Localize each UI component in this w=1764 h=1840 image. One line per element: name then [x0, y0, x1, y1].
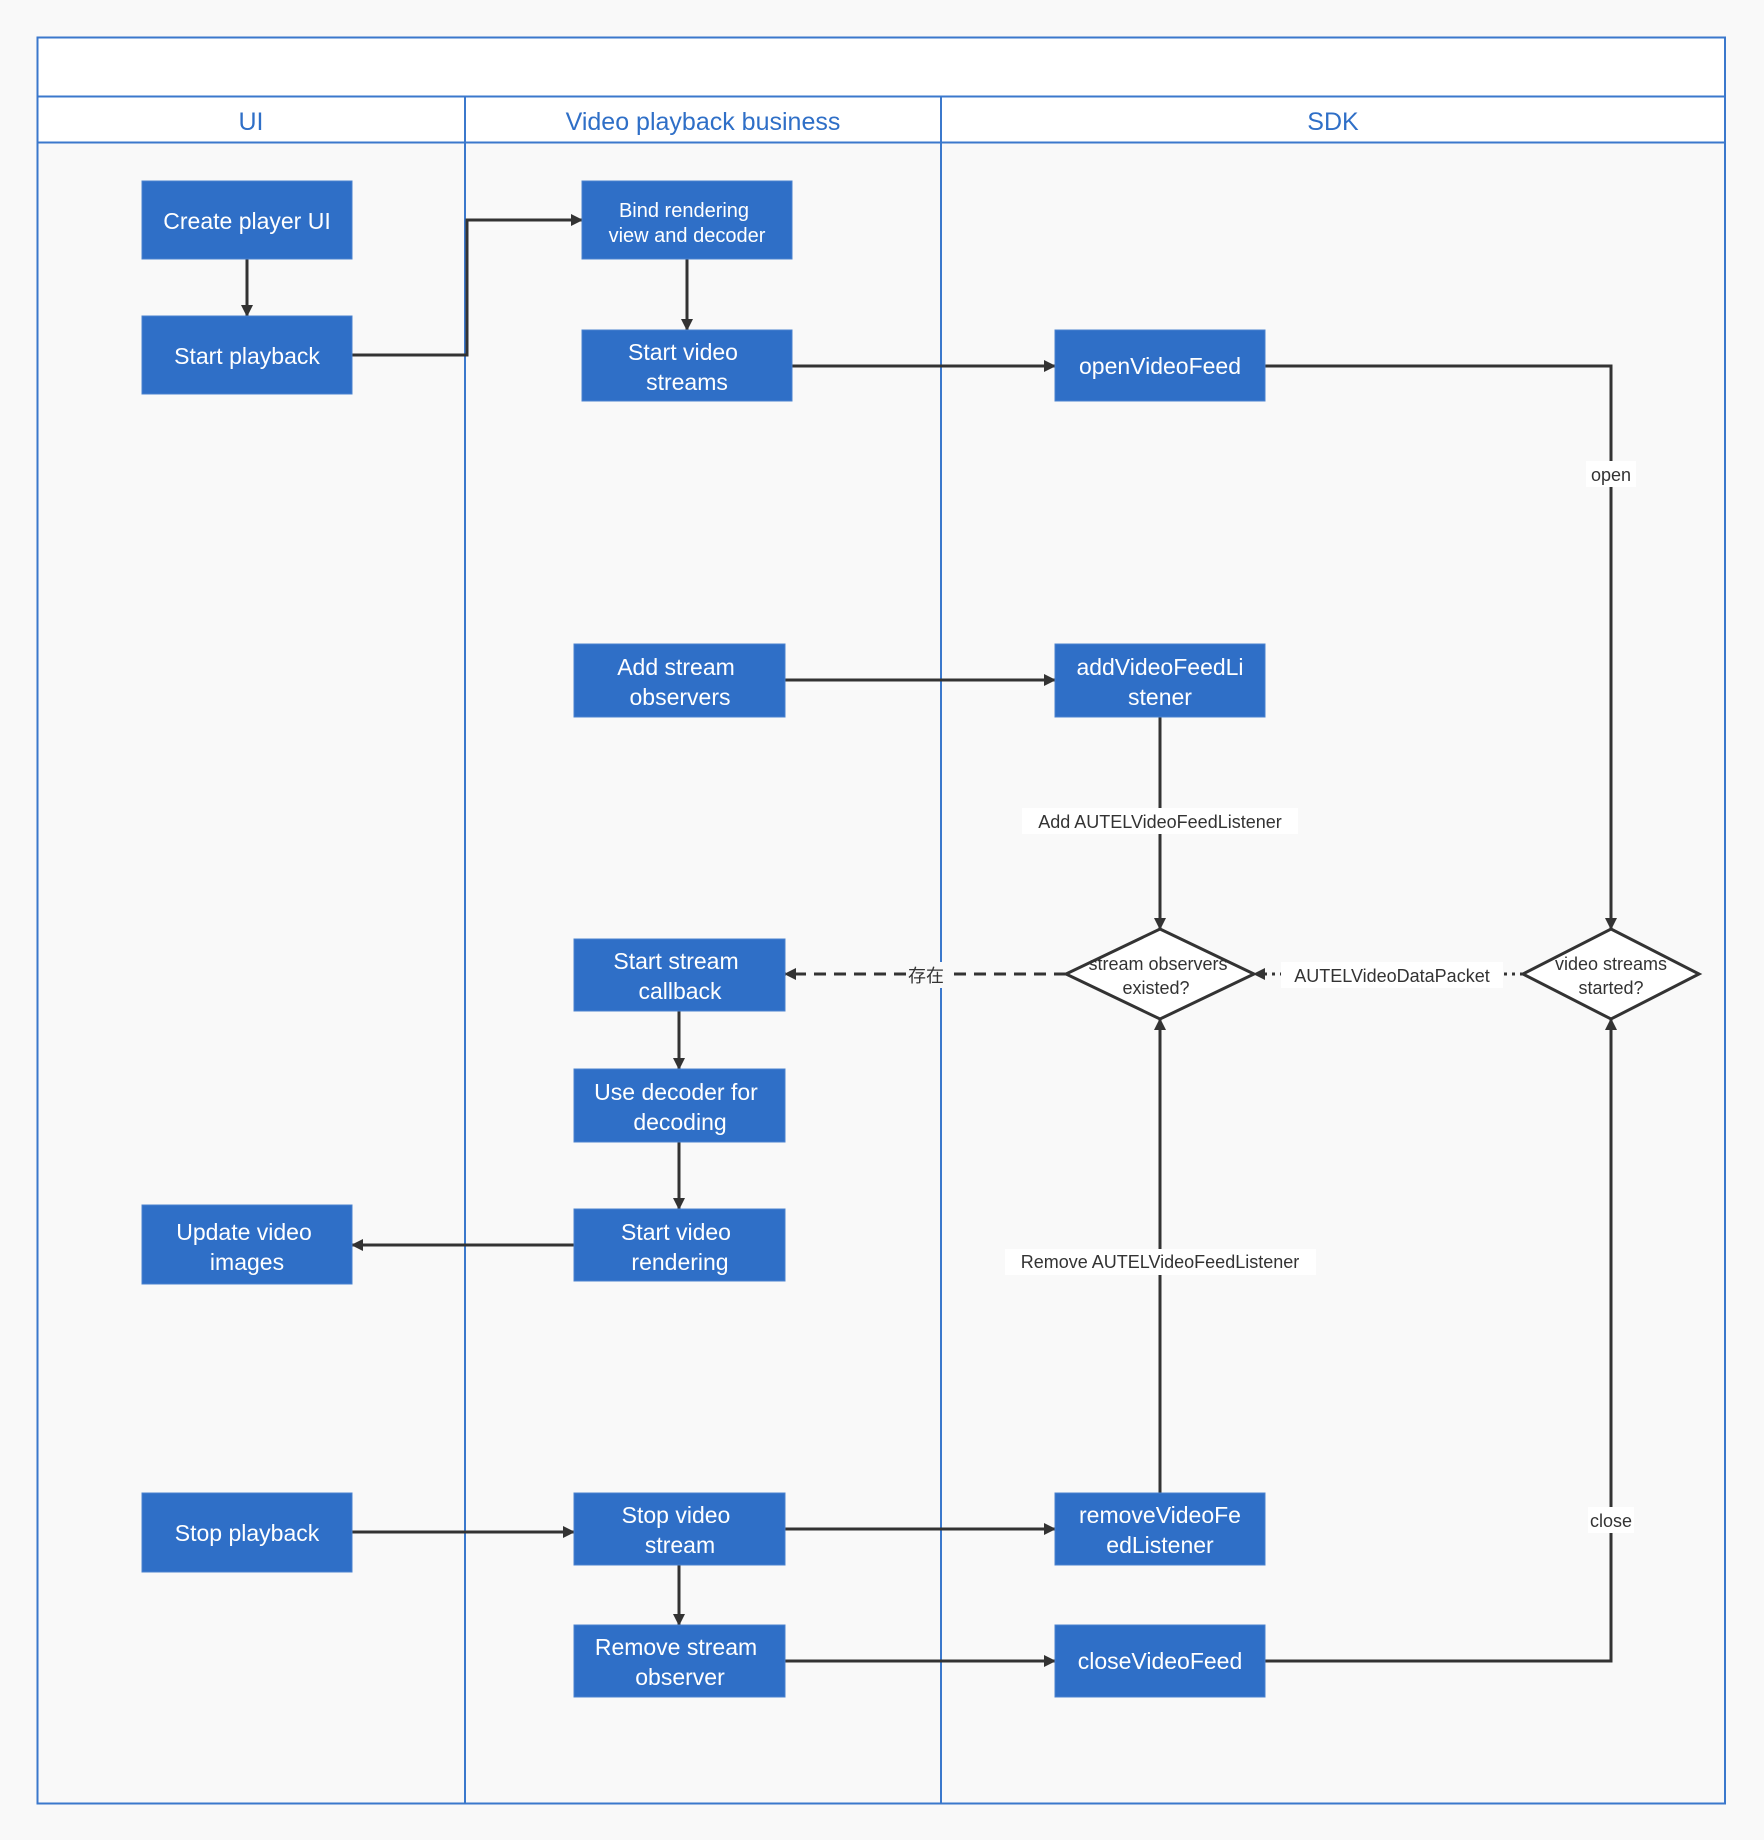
svg-text:Add stream: Add stream: [617, 654, 735, 680]
svg-text:images: images: [210, 1249, 284, 1275]
svg-text:Add AUTELVideoFeedListener: Add AUTELVideoFeedListener: [1038, 812, 1282, 832]
svg-text:close: close: [1590, 1511, 1632, 1531]
svg-text:open: open: [1591, 465, 1631, 485]
node-add-stream-observers[interactable]: Add stream observers: [573, 643, 786, 718]
node-start-video-rendering[interactable]: Start video rendering: [573, 1208, 786, 1282]
svg-text:stream observers: stream observers: [1088, 954, 1227, 974]
svg-text:decoding: decoding: [633, 1109, 726, 1135]
swimlane-diagram: UI Video playback business SDK open Add …: [36, 36, 1726, 1805]
lane-header-row: [36, 95, 1726, 144]
lane-title-sdk: SDK: [1307, 108, 1359, 136]
svg-text:removeVideoFe: removeVideoFe: [1079, 1502, 1241, 1528]
svg-text:started?: started?: [1578, 978, 1643, 998]
node-update-video-images[interactable]: Update video images: [141, 1204, 353, 1285]
node-start-video-streams[interactable]: Start video streams: [581, 329, 793, 402]
svg-text:Stop playback: Stop playback: [175, 1520, 320, 1546]
edge-label-close: close: [1588, 1507, 1634, 1533]
node-stop-video-stream[interactable]: Stop video stream: [573, 1492, 786, 1566]
svg-text:Start playback: Start playback: [174, 343, 320, 369]
svg-text:Remove stream: Remove stream: [595, 1634, 757, 1660]
svg-text:rendering: rendering: [631, 1249, 728, 1275]
svg-text:view and decoder: view and decoder: [609, 225, 766, 247]
svg-text:AUTELVideoDataPacket: AUTELVideoDataPacket: [1294, 966, 1489, 986]
node-open-video-feed[interactable]: openVideoFeed: [1054, 329, 1266, 402]
svg-text:Use decoder for: Use decoder for: [594, 1079, 758, 1105]
svg-text:Stop video: Stop video: [622, 1502, 731, 1528]
node-remove-video-feed-listener[interactable]: removeVideoFe edListener: [1054, 1492, 1266, 1566]
pool-title-row: [36, 36, 1726, 98]
svg-text:streams: streams: [646, 369, 728, 395]
svg-text:observer: observer: [635, 1664, 725, 1690]
svg-text:stream: stream: [645, 1532, 715, 1558]
edge-label-add-listener: Add AUTELVideoFeedListener: [1022, 808, 1298, 834]
edge-label-exists: 存在: [906, 962, 946, 988]
svg-text:edListener: edListener: [1106, 1532, 1214, 1558]
svg-text:Bind rendering: Bind rendering: [619, 200, 749, 222]
svg-text:video streams: video streams: [1555, 954, 1667, 974]
edge-label-video-data-packet: AUTELVideoDataPacket: [1281, 962, 1503, 988]
svg-text:Start video: Start video: [621, 1219, 731, 1245]
svg-text:callback: callback: [638, 978, 722, 1004]
node-close-video-feed[interactable]: closeVideoFeed: [1054, 1624, 1266, 1698]
svg-text:openVideoFeed: openVideoFeed: [1079, 353, 1241, 379]
lane-title-ui: UI: [239, 108, 264, 136]
svg-text:存在: 存在: [908, 966, 944, 986]
node-start-stream-callback[interactable]: Start stream callback: [573, 938, 786, 1012]
svg-text:observers: observers: [630, 684, 731, 710]
lane-title-business: Video playback business: [566, 108, 841, 136]
svg-text:stener: stener: [1128, 684, 1192, 710]
svg-text:Remove AUTELVideoFeedListener: Remove AUTELVideoFeedListener: [1021, 1252, 1300, 1272]
svg-text:closeVideoFeed: closeVideoFeed: [1078, 1648, 1243, 1674]
svg-text:Start video: Start video: [628, 339, 738, 365]
edge-label-open: open: [1586, 461, 1636, 487]
node-remove-stream-observer[interactable]: Remove stream observer: [573, 1624, 786, 1698]
edge-label-remove-listener: Remove AUTELVideoFeedListener: [1005, 1249, 1316, 1275]
svg-text:Start stream: Start stream: [613, 948, 738, 974]
node-bind-rendering[interactable]: Bind rendering view and decoder: [581, 180, 793, 260]
node-create-player-ui[interactable]: Create player UI: [141, 180, 353, 260]
node-add-video-feed-listener[interactable]: addVideoFeedLi stener: [1054, 643, 1266, 718]
node-stop-playback[interactable]: Stop playback: [141, 1492, 353, 1573]
svg-text:existed?: existed?: [1122, 978, 1189, 998]
svg-text:Update video: Update video: [176, 1219, 312, 1245]
svg-text:addVideoFeedLi: addVideoFeedLi: [1076, 654, 1243, 680]
node-start-playback[interactable]: Start playback: [141, 315, 353, 395]
svg-text:Create player UI: Create player UI: [163, 208, 330, 234]
node-use-decoder[interactable]: Use decoder for decoding: [573, 1068, 786, 1143]
